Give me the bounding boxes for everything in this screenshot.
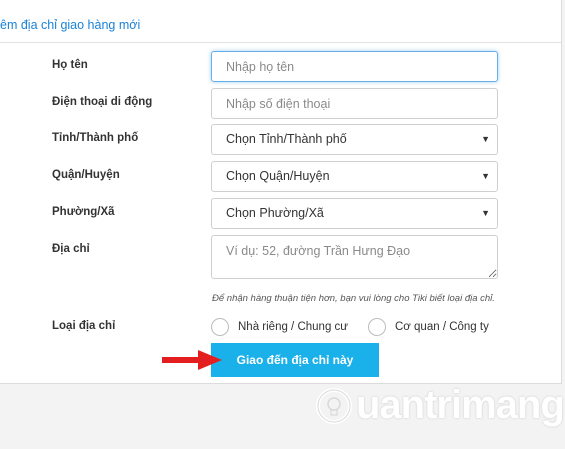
watermark: uantrimang — [314, 383, 565, 428]
district-label: Quận/Huyện — [52, 169, 120, 181]
ward-label: Phường/Xã — [52, 206, 115, 218]
dropdown-arrow-icon: ▼ — [481, 208, 490, 218]
radio-option-label: Nhà riêng / Chung cư — [238, 321, 348, 333]
phone-input[interactable] — [211, 88, 498, 119]
radio-button[interactable] — [368, 318, 386, 336]
ward-select-value: Chọn Phường/Xã — [226, 206, 324, 220]
address-label: Địa chỉ — [52, 243, 90, 255]
district-select-value: Chọn Quận/Huyện — [226, 169, 330, 183]
province-label: Tỉnh/Thành phố — [52, 132, 139, 144]
ward-select[interactable]: Chọn Phường/Xã ▼ — [211, 198, 498, 229]
address-type-label: Loại địa chỉ — [52, 320, 116, 332]
radio-option-home[interactable]: Nhà riêng / Chung cư — [211, 318, 348, 336]
phone-label: Điện thoại di động — [52, 96, 153, 108]
dropdown-arrow-icon: ▼ — [481, 171, 490, 181]
submit-address-button[interactable]: Giao đến địa chỉ này — [211, 343, 379, 377]
province-select[interactable]: Chọn Tỉnh/Thành phố ▼ — [211, 124, 498, 155]
district-select[interactable]: Chọn Quận/Huyện ▼ — [211, 161, 498, 192]
address-form-panel: êm địa chỉ giao hàng mới Họ tên Điện tho… — [0, 0, 562, 384]
province-select-value: Chọn Tỉnh/Thành phố — [226, 132, 347, 146]
radio-option-label: Cơ quan / Công ty — [395, 321, 489, 333]
red-arrow-icon — [162, 350, 222, 370]
bulb-logo-icon — [316, 387, 352, 424]
radio-button[interactable] — [211, 318, 229, 336]
name-input[interactable] — [211, 51, 498, 82]
address-textarea[interactable] — [211, 235, 498, 279]
dropdown-arrow-icon: ▼ — [481, 134, 490, 144]
name-label: Họ tên — [52, 59, 88, 71]
radio-option-office[interactable]: Cơ quan / Công ty — [368, 318, 489, 336]
form-title: êm địa chỉ giao hàng mới — [0, 18, 141, 32]
title-divider — [0, 42, 561, 43]
watermark-text: uantrimang — [356, 383, 565, 427]
address-type-hint: Để nhận hàng thuận tiện hơn, bạn vui lòn… — [212, 293, 495, 304]
